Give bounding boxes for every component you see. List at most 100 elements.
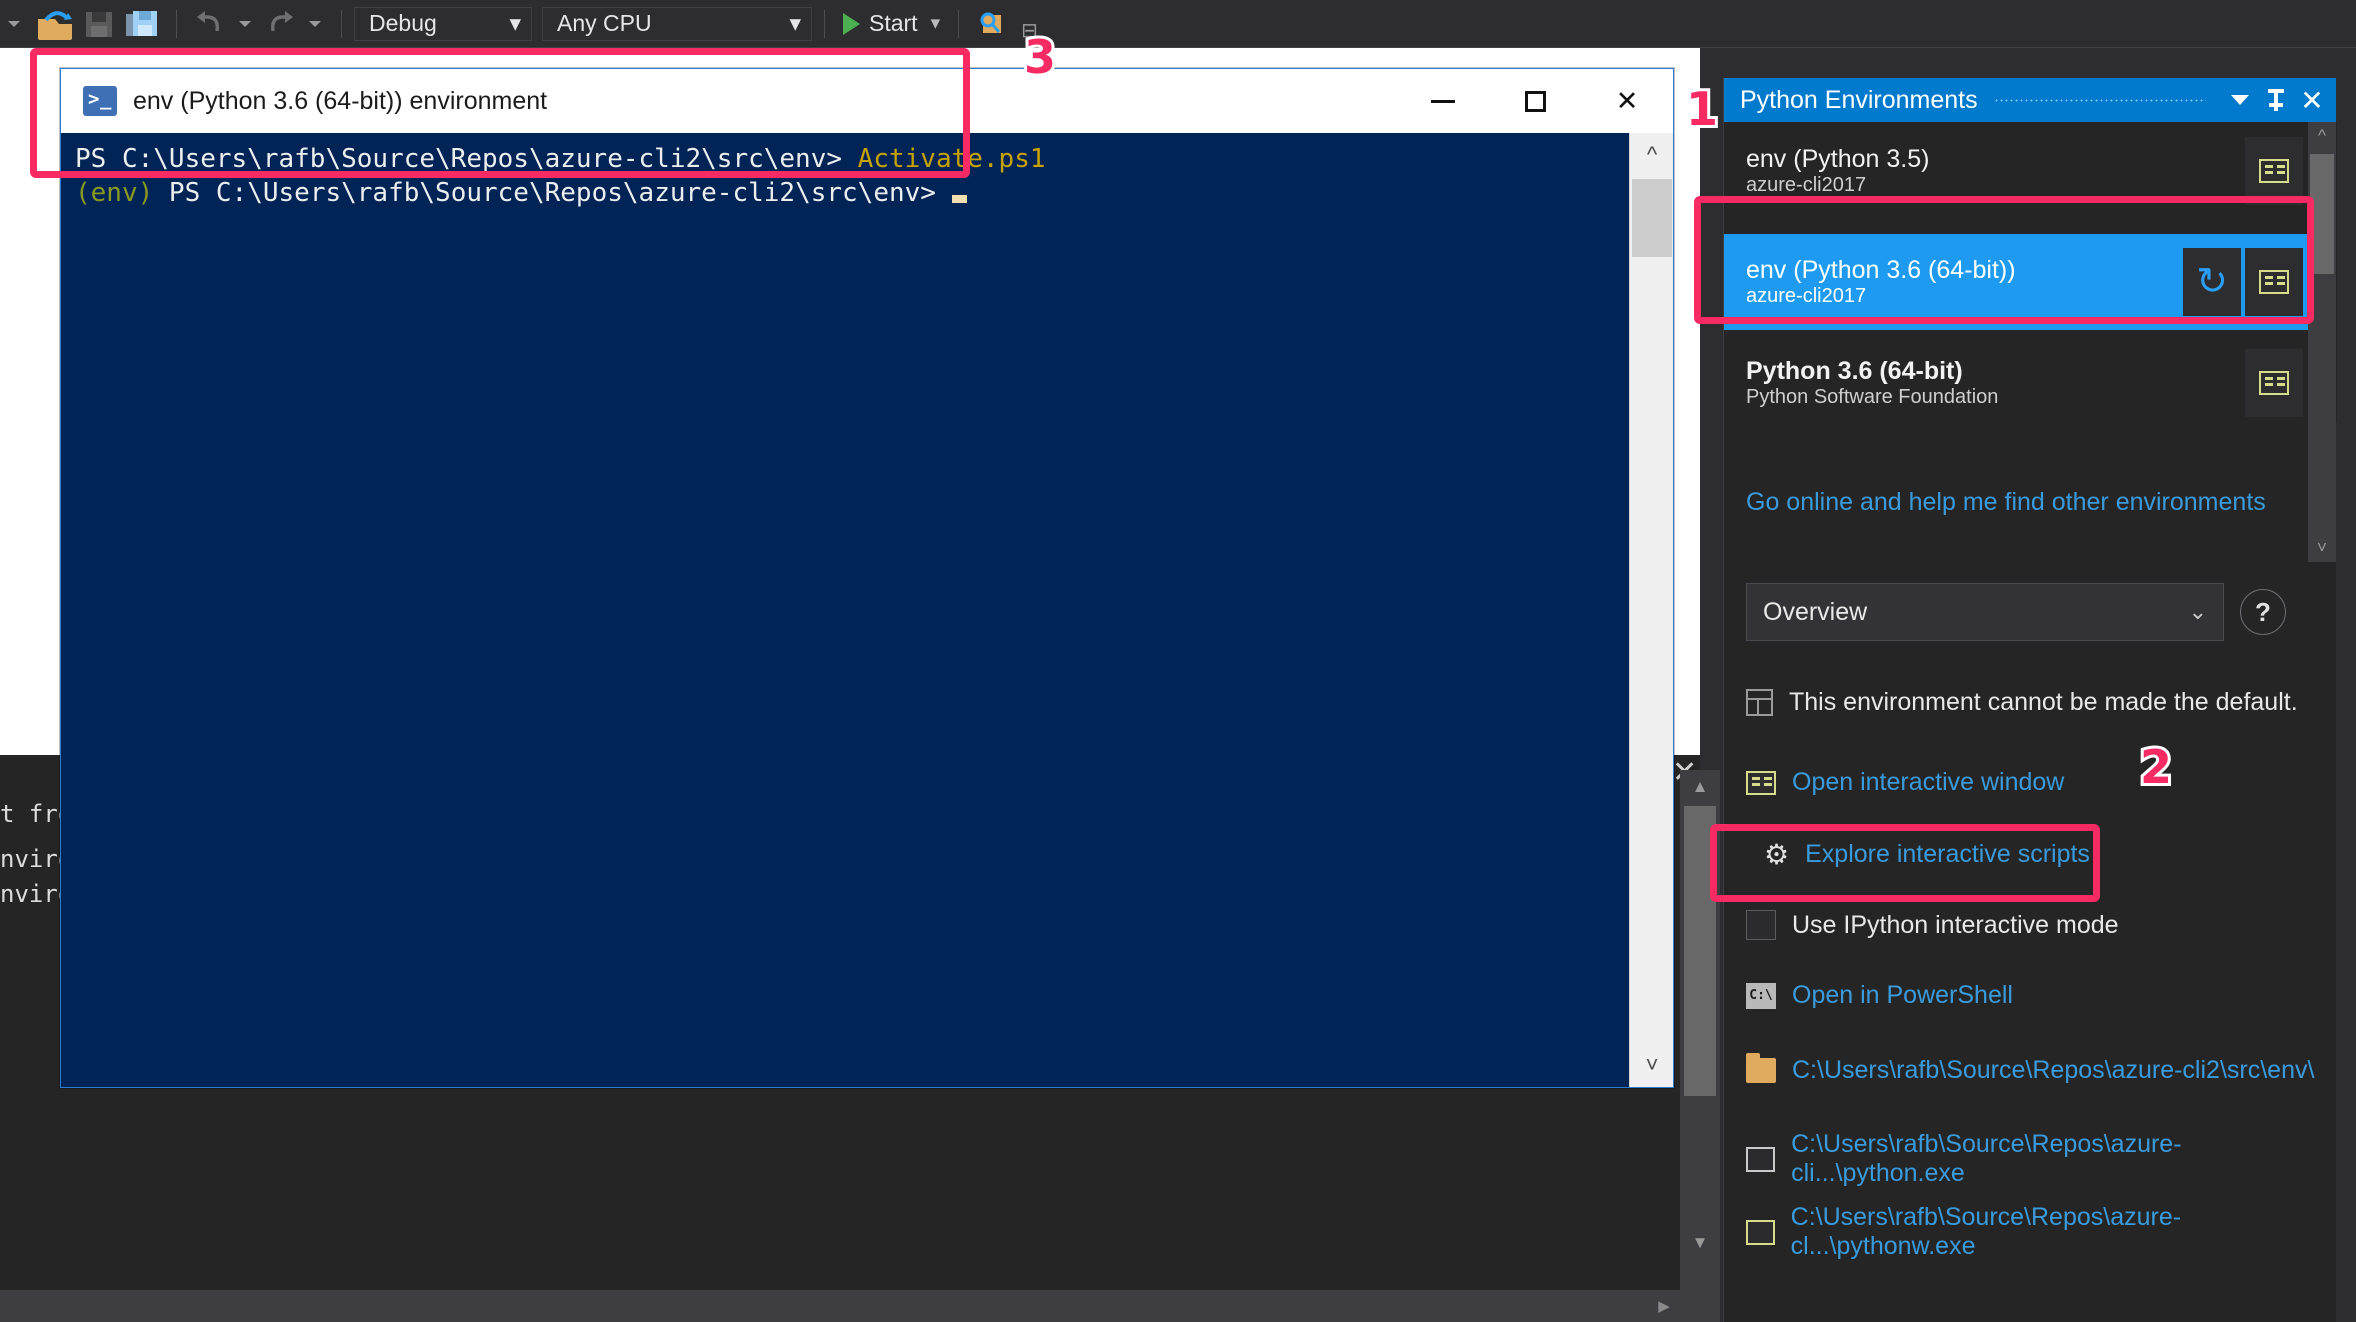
path-link-interpreter[interactable]: C:\Users\rafb\Source\Repos\azure-cli...\…	[1746, 1130, 2336, 1188]
console-scroll-thumb[interactable]	[1632, 179, 1672, 257]
environment-row-1[interactable]: env (Python 3.6 (64-bit)) azure-cli2017 …	[1724, 234, 2309, 330]
folder-icon	[1746, 1053, 1776, 1083]
header-drag-dots[interactable]	[1993, 78, 2206, 122]
panel-menu-button[interactable]	[2222, 78, 2258, 122]
executable-window-icon	[1746, 1219, 1775, 1245]
scroll-up-arrow-icon[interactable]: ▲	[1680, 774, 1720, 800]
maximize-icon	[1524, 90, 1546, 112]
start-label: Start	[869, 10, 918, 36]
open-interactive-window-icon[interactable]	[2245, 137, 2303, 205]
open-interactive-window-icon[interactable]	[2245, 349, 2303, 417]
go-online-link[interactable]: Go online and help me find other environ…	[1746, 488, 2266, 517]
redo-icon[interactable]	[259, 7, 301, 41]
console-window-controls: ✕	[1397, 69, 1673, 133]
scroll-down-arrow-icon[interactable]: ▼	[1680, 1230, 1720, 1256]
use-ipython-mode-label: Use IPython interactive mode	[1792, 910, 2119, 939]
path-link-windowed-interpreter[interactable]: C:\Users\rafb\Source\Repos\azure-cl...\p…	[1746, 1203, 2336, 1261]
open-interactive-window-label: Open interactive window	[1792, 768, 2065, 796]
explore-interactive-scripts-action[interactable]: ⚙ Explore interactive scripts	[1764, 840, 2090, 869]
screen-root: t from nviro nviro ✕ ▲ ▼ ▶	[0, 0, 2356, 1322]
python-environments-header[interactable]: Python Environments ✕	[1724, 78, 2336, 122]
callout-badge-3: 3	[1021, 27, 1059, 87]
platform-select[interactable]: Any CPU ▾	[542, 6, 812, 41]
checkbox-icon[interactable]	[1746, 910, 1776, 940]
toolbar-separator-4	[958, 9, 960, 38]
chevron-down-icon[interactable]: ⌄	[2189, 599, 2207, 625]
console-scrollbar[interactable]: ^ ˅	[1629, 133, 1673, 1087]
powershell-console-window[interactable]: env (Python 3.6 (64-bit)) environment ✕ …	[60, 68, 1674, 1088]
view-select-value: Overview	[1763, 597, 1868, 626]
environment-list-scrollbar[interactable]: ^ ˅	[2308, 122, 2336, 562]
environment-name-1: env (Python 3.6 (64-bit))	[1746, 256, 2016, 285]
console-close-button[interactable]: ✕	[1581, 69, 1673, 133]
interactive-window-icon	[1746, 770, 1776, 795]
console-maximize-button[interactable]	[1489, 69, 1581, 133]
help-button[interactable]: ?	[2240, 589, 2286, 635]
console-scroll-up-icon[interactable]: ^	[1630, 133, 1674, 177]
open-interactive-window-icon[interactable]	[2245, 248, 2303, 316]
toolbar-separator-3	[824, 9, 825, 38]
start-debug-button[interactable]: Start ▾	[837, 10, 946, 37]
undo-dropdown-caret-icon[interactable]	[239, 20, 251, 27]
undo-icon[interactable]	[189, 7, 231, 41]
refresh-icon[interactable]: ↻	[2183, 248, 2241, 316]
scroll-thumb[interactable]	[1684, 806, 1716, 1096]
console-line1-command: Activate.ps1	[857, 144, 1046, 174]
panel-pin-button[interactable]	[2258, 78, 2294, 122]
save-all-icon[interactable]	[120, 7, 164, 41]
environment-actions-0	[2245, 137, 2309, 205]
use-ipython-mode-row[interactable]: Use IPython interactive mode	[1746, 910, 2119, 940]
console-title-bar[interactable]: env (Python 3.6 (64-bit)) environment ✕	[61, 69, 1673, 133]
environment-scroll-thumb[interactable]	[2310, 154, 2334, 274]
console-title: env (Python 3.6 (64-bit)) environment	[133, 86, 548, 115]
open-file-icon[interactable]	[28, 7, 78, 41]
environment-name-2: Python 3.6 (64-bit)	[1746, 357, 1963, 386]
console-line1-path: PS C:\Users\rafb\Source\Repos\azure-cli2…	[75, 144, 858, 174]
console-minimize-button[interactable]	[1397, 69, 1489, 133]
environment-sub-0: azure-cli2017	[1746, 173, 1867, 196]
build-configuration-select[interactable]: Debug ▾	[354, 6, 532, 41]
build-configuration-caret-icon[interactable]: ▾	[495, 10, 521, 37]
environment-list: env (Python 3.5) azure-cli2017 env (Pyth…	[1724, 122, 2337, 422]
gear-icon: ⚙	[1764, 838, 1790, 870]
minimize-icon	[1431, 99, 1455, 103]
toolbar-separator-2	[341, 9, 342, 38]
scroll-up-arrow-icon[interactable]: ^	[2308, 122, 2336, 150]
windowed-interpreter-path-label: C:\Users\rafb\Source\Repos\azure-cl...\p…	[1790, 1203, 2182, 1260]
redo-dropdown-caret-icon[interactable]	[309, 20, 321, 27]
powershell-icon	[83, 86, 117, 116]
environment-name-0: env (Python 3.5)	[1746, 145, 1930, 174]
default-note-label: This environment cannot be made the defa…	[1789, 688, 2298, 716]
command-prompt-icon: C:\	[1746, 982, 1776, 1009]
panel-close-button[interactable]: ✕	[2294, 78, 2330, 122]
view-select[interactable]: Overview ⌄	[1746, 583, 2224, 641]
close-icon: ✕	[2300, 84, 2324, 116]
search-icon[interactable]	[971, 7, 1015, 41]
console-output[interactable]: PS C:\Users\rafb\Source\Repos\azure-cli2…	[61, 133, 1629, 1087]
open-interactive-window-action[interactable]: Open interactive window	[1746, 768, 2064, 797]
toolbar-overflow-caret-icon[interactable]	[8, 20, 20, 27]
environment-row-2[interactable]: Python 3.6 (64-bit) Python Software Foun…	[1724, 344, 2309, 422]
environment-actions-1: ↻	[2183, 248, 2309, 316]
play-icon	[843, 12, 860, 35]
console-body[interactable]: PS C:\Users\rafb\Source\Repos\azure-cli2…	[61, 133, 1673, 1087]
path-link-prefix[interactable]: C:\Users\rafb\Source\Repos\azure-cli2\sr…	[1746, 1053, 2314, 1085]
platform-label: Any CPU	[557, 10, 652, 36]
editor-vertical-scrollbar[interactable]: ▲ ▼	[1680, 770, 1720, 1322]
interpreter-path-label: C:\Users\rafb\Source\Repos\azure-cli...\…	[1791, 1130, 2182, 1187]
console-cursor	[951, 194, 967, 203]
scroll-right-arrow-icon[interactable]: ▶	[1652, 1294, 1676, 1318]
explore-interactive-scripts-label: Explore interactive scripts	[1805, 840, 2090, 868]
editor-horizontal-scrollbar[interactable]: ▶	[0, 1290, 1700, 1322]
console-scroll-down-icon[interactable]: ˅	[1630, 1043, 1674, 1087]
save-icon[interactable]	[78, 7, 120, 41]
scroll-down-arrow-icon[interactable]: ˅	[2308, 534, 2336, 562]
environment-row-0[interactable]: env (Python 3.5) azure-cli2017	[1724, 132, 2309, 210]
build-configuration-label: Debug	[369, 10, 437, 36]
open-in-powershell-action[interactable]: C:\ Open in PowerShell	[1746, 981, 2013, 1010]
panel-title: Python Environments	[1740, 85, 1978, 114]
environment-sub-2: Python Software Foundation	[1746, 385, 1999, 408]
start-caret-icon[interactable]: ▾	[931, 12, 941, 35]
chevron-down-icon	[2231, 95, 2249, 105]
platform-caret-icon[interactable]: ▾	[775, 10, 801, 37]
